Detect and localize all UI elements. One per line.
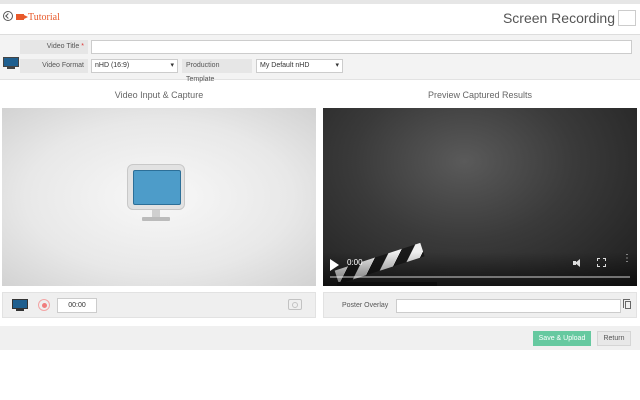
video-title-label: Video Title * [20, 40, 88, 54]
snapshot-camera-icon[interactable] [288, 299, 302, 310]
video-controls: 0:00 ⋮ [323, 252, 637, 286]
poster-overlay-label: Poster Overlay [342, 302, 389, 309]
production-template-label: Production Template [182, 59, 252, 83]
video-format-value: nHD (16:9) [95, 62, 130, 69]
save-upload-button[interactable]: Save & Upload [533, 331, 591, 346]
volume-icon[interactable] [573, 258, 583, 268]
video-camera-icon [16, 14, 28, 20]
return-button[interactable]: Return [597, 331, 631, 346]
play-icon[interactable] [330, 259, 339, 271]
recording-timer: 00:00 [57, 298, 97, 313]
monitor-icon [3, 57, 19, 69]
back-arrow-icon[interactable] [3, 11, 13, 21]
tutorial-link[interactable]: Tutorial [28, 12, 60, 23]
top-bar: Tutorial Screen Recording [0, 0, 640, 32]
player-time: 0:00 [347, 258, 363, 267]
record-icon[interactable] [38, 299, 50, 311]
fullscreen-icon[interactable] [597, 258, 606, 267]
poster-overlay-bar: Poster Overlay [323, 292, 637, 318]
production-template-select[interactable]: My Default nHD [256, 59, 343, 73]
screen-capture-monitor-icon[interactable] [127, 164, 185, 224]
video-title-input[interactable] [91, 40, 632, 54]
video-format-select[interactable]: nHD (16:9) [91, 59, 178, 73]
screen-source-icon[interactable] [12, 299, 28, 312]
preview-title: Preview Captured Results [427, 90, 533, 100]
required-mark: * [81, 43, 84, 50]
video-settings-form: Video Title * Video Format nHD (16:9) Pr… [0, 34, 640, 83]
capture-toolbar: 00:00 [2, 292, 316, 318]
header-search-box[interactable] [618, 10, 636, 26]
preview-video-player[interactable]: 0:00 ⋮ [323, 108, 637, 286]
page-title: Screen Recording [502, 10, 615, 26]
copy-icon[interactable] [623, 299, 631, 309]
more-options-icon[interactable]: ⋮ [622, 254, 632, 269]
poster-overlay-input[interactable] [396, 299, 621, 313]
progress-bar[interactable] [330, 276, 630, 278]
video-input-title: Video Input & Capture [114, 90, 204, 100]
production-template-value: My Default nHD [260, 62, 310, 69]
video-format-label: Video Format [20, 59, 88, 73]
